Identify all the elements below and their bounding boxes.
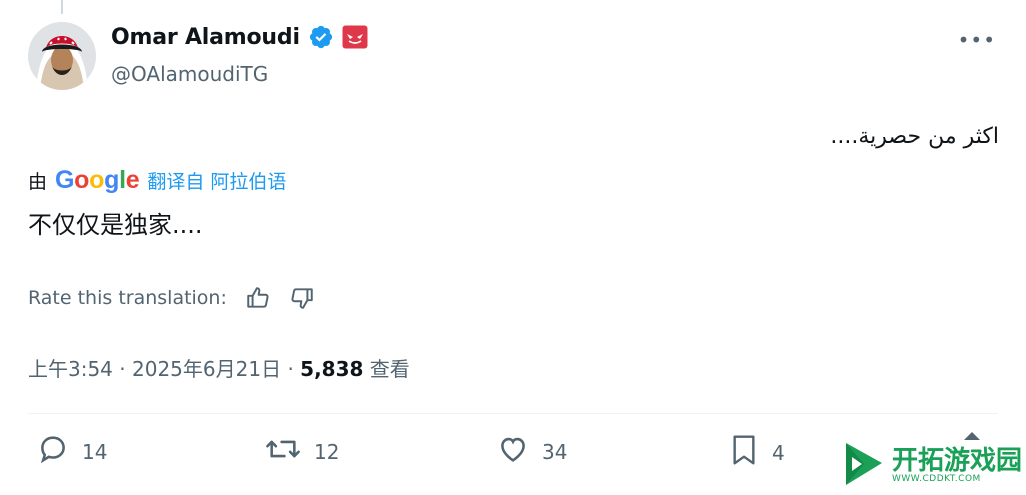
bookmark-button[interactable]: 4	[728, 432, 785, 473]
views-count: 5,838	[300, 357, 364, 381]
thumbs-up-icon[interactable]	[245, 285, 271, 311]
watermark-logo-icon	[842, 439, 886, 493]
google-logo-letter: o	[89, 166, 105, 194]
retweet-count: 12	[314, 439, 340, 464]
tweet-time[interactable]: 上午3:54	[28, 357, 113, 381]
views-label: 查看	[369, 357, 410, 381]
translated-tweet-text: 不仅仅是独家....	[28, 211, 203, 239]
author-display-name[interactable]: Omar Alamoudi	[111, 25, 300, 50]
retweet-button[interactable]: 12	[264, 432, 339, 471]
watermark-url: WWW.CDDKT.COM	[892, 473, 981, 484]
affiliate-badge-icon[interactable]	[342, 25, 368, 49]
google-logo-letter: e	[125, 166, 140, 194]
meta-separator: ·	[119, 357, 126, 381]
more-options-button[interactable]: •••	[958, 28, 996, 52]
google-logo: Google	[55, 166, 140, 195]
thread-connector-line	[61, 0, 63, 14]
google-logo-letter: g	[104, 166, 120, 194]
heart-icon	[496, 432, 530, 471]
share-icon[interactable]	[964, 432, 980, 440]
tweet-date[interactable]: 2025年6月21日	[132, 357, 281, 381]
google-logo-letter: G	[55, 166, 75, 194]
tweet-meta: 上午3:54 · 2025年6月21日 · 5,838 查看	[28, 353, 410, 382]
bookmark-icon	[728, 432, 760, 473]
author-handle[interactable]: @OAlamoudiTG	[111, 62, 268, 86]
google-logo-letter: o	[74, 166, 90, 194]
watermark-title: 开拓游戏园	[892, 445, 1023, 476]
bookmark-count: 4	[772, 440, 785, 465]
divider	[28, 413, 998, 414]
translated-from-link[interactable]: 翻译自 阿拉伯语	[147, 167, 286, 194]
translation-by-prefix: 由	[28, 171, 48, 193]
like-button[interactable]: 34	[496, 432, 567, 471]
reply-icon	[36, 432, 70, 471]
rate-translation-row: Rate this translation:	[28, 285, 315, 311]
avatar-image	[28, 22, 96, 90]
verified-badge-icon[interactable]	[308, 24, 334, 50]
meta-separator: ·	[287, 357, 294, 381]
google-logo-letter: l	[119, 166, 126, 194]
like-count: 34	[542, 439, 568, 464]
reply-button[interactable]: 14	[36, 432, 107, 471]
site-watermark: 开拓游戏园 WWW.CDDKT.COM	[842, 440, 1022, 492]
translation-attribution: 由 Google 翻译自 阿拉伯语	[28, 166, 286, 195]
thumbs-down-icon[interactable]	[289, 285, 315, 311]
reply-count: 14	[82, 439, 108, 464]
avatar[interactable]	[28, 22, 96, 90]
rate-translation-label: Rate this translation:	[28, 287, 227, 309]
retweet-icon	[264, 432, 302, 471]
original-tweet-text: اكثر من حصرية....	[830, 124, 999, 149]
author-name-row: Omar Alamoudi	[111, 24, 368, 50]
watermark-text: 开拓游戏园 WWW.CDDKT.COM	[892, 445, 1023, 485]
